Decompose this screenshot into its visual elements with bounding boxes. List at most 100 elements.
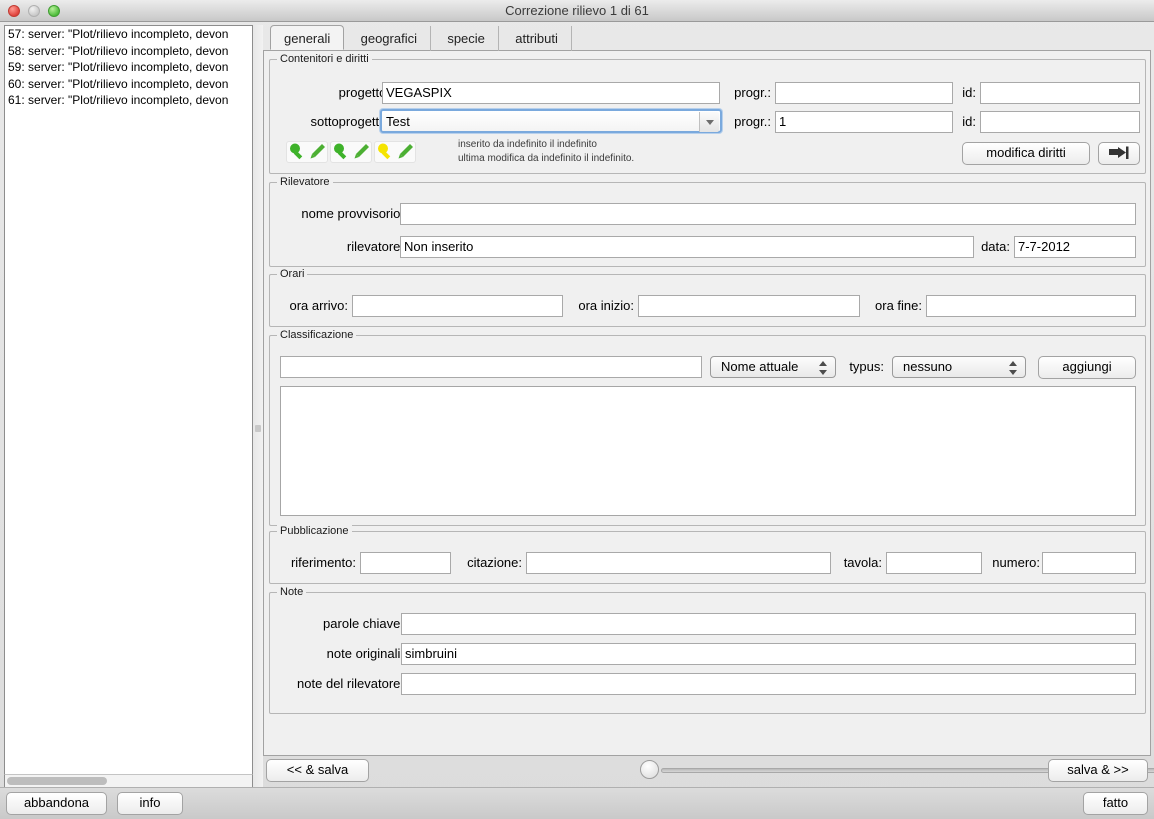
sottoprogetto-value: Test xyxy=(386,114,410,129)
nome-provvisorio-label: nome provvisorio: xyxy=(301,206,404,221)
nome-attuale-select[interactable]: Nome attuale xyxy=(710,356,836,378)
modifica-diritti-button[interactable]: modifica diritti xyxy=(962,142,1090,165)
tavola-label: tavola: xyxy=(843,555,882,570)
panel-splitter[interactable] xyxy=(253,25,263,788)
riferimento-label: riferimento: xyxy=(290,555,356,570)
scrollbar-thumb[interactable] xyxy=(7,777,107,785)
data-field[interactable]: 7-7-2012 xyxy=(1014,236,1136,258)
nome-attuale-value: Nome attuale xyxy=(721,359,799,374)
group-legend: Orari xyxy=(277,268,308,280)
sottoprogetto-progr-label: progr.: xyxy=(734,114,771,129)
magnifier-pencil-green-icon xyxy=(290,143,325,160)
tab-bar: generali geografici specie attributi xyxy=(263,25,1151,51)
progetto-progr-label: progr.: xyxy=(734,85,771,100)
ora-inizio-label: ora inizio: xyxy=(578,298,634,313)
spinner-arrows-icon[interactable] xyxy=(819,361,828,375)
typus-label: typus: xyxy=(849,359,884,374)
group-legend: Pubblicazione xyxy=(277,525,352,537)
magnifier-pencil-yellow-icon xyxy=(378,143,413,160)
tab-content-generali: Contenitori e diritti progetto: VEGASPIX… xyxy=(263,51,1151,756)
group-note: Note parole chiave: note originali: simb… xyxy=(269,586,1146,714)
tab-attributi[interactable]: attributi xyxy=(502,26,572,51)
data-label: data: xyxy=(981,239,1010,254)
ora-arrivo-field[interactable] xyxy=(352,295,563,317)
typus-select[interactable]: nessuno xyxy=(892,356,1026,378)
note-rilevatore-label: note del rilevatore: xyxy=(297,676,404,691)
record-navigation-bar: << & salva salva & >> xyxy=(263,756,1154,788)
sottoprogetto-id-field[interactable] xyxy=(980,111,1140,133)
main-panel: generali geografici specie attributi Con… xyxy=(263,25,1154,788)
note-originali-field[interactable]: simbruini xyxy=(401,643,1136,665)
progetto-progr-field[interactable] xyxy=(775,82,953,104)
sottoprogetto-id-label: id: xyxy=(962,114,976,129)
tab-generali[interactable]: generali xyxy=(270,25,345,50)
permission-view-edit-button-2[interactable] xyxy=(330,141,372,163)
arrow-right-to-bar-icon xyxy=(1109,146,1129,159)
numero-label: numero: xyxy=(992,555,1040,570)
sottoprogetto-progr-field[interactable]: 1 xyxy=(775,111,953,133)
bottom-toolbar: abbandona info fatto xyxy=(0,787,1154,819)
fatto-button[interactable]: fatto xyxy=(1083,792,1148,815)
log-line: 60: server: "Plot/rilievo incompleto, de… xyxy=(8,76,229,91)
next-and-save-button[interactable]: salva & >> xyxy=(1048,759,1148,782)
application-window: Correzione rilievo 1 di 61 57: server: "… xyxy=(0,0,1154,819)
rilevatore-field[interactable]: Non inserito xyxy=(400,236,974,258)
chevron-down-icon[interactable] xyxy=(699,112,719,132)
abbandona-button[interactable]: abbandona xyxy=(6,792,107,815)
group-legend: Note xyxy=(277,586,307,598)
apply-rights-button[interactable] xyxy=(1098,142,1140,165)
citazione-label: citazione: xyxy=(467,555,522,570)
tab-geografici[interactable]: geografici xyxy=(348,26,431,51)
group-pubblicazione: Pubblicazione riferimento: citazione: ta… xyxy=(269,525,1146,584)
group-orari: Orari ora arrivo: ora inizio: ora fine: xyxy=(269,268,1146,327)
title-bar: Correzione rilievo 1 di 61 xyxy=(0,0,1154,22)
riferimento-field[interactable] xyxy=(360,552,451,574)
tavola-field[interactable] xyxy=(886,552,982,574)
group-legend: Classificazione xyxy=(277,329,357,341)
citazione-field[interactable] xyxy=(526,552,831,574)
parole-chiave-label: parole chiave: xyxy=(323,616,404,631)
log-panel[interactable]: 57: server: "Plot/rilievo incompleto, de… xyxy=(4,25,253,788)
info-button[interactable]: info xyxy=(117,792,183,815)
classificazione-list[interactable] xyxy=(280,386,1136,516)
group-classificazione: Classificazione Nome attuale typus: ness… xyxy=(269,329,1146,526)
window-title: Correzione rilievo 1 di 61 xyxy=(505,3,649,18)
progetto-label: progetto: xyxy=(338,85,390,100)
sottoprogetto-label: sottoprogetto: xyxy=(310,114,391,129)
log-line: 57: server: "Plot/rilievo incompleto, de… xyxy=(8,27,229,41)
group-rilevatore: Rilevatore nome provvisorio: rilevatore:… xyxy=(269,176,1146,267)
progetto-id-field[interactable] xyxy=(980,82,1140,104)
rilevatore-label: rilevatore: xyxy=(346,239,404,254)
ora-fine-field[interactable] xyxy=(926,295,1136,317)
group-legend: Rilevatore xyxy=(277,176,333,188)
nome-provvisorio-field[interactable] xyxy=(400,203,1136,225)
log-line: 59: server: "Plot/rilievo incompleto, de… xyxy=(8,60,229,74)
magnifier-pencil-green-icon xyxy=(334,143,369,160)
classificazione-search-input[interactable] xyxy=(280,356,702,378)
group-contenitori-e-diritti: Contenitori e diritti progetto: VEGASPIX… xyxy=(269,53,1146,174)
progetto-id-label: id: xyxy=(962,85,976,100)
splitter-grip-icon[interactable] xyxy=(255,425,261,432)
log-horizontal-scrollbar[interactable] xyxy=(4,774,253,788)
ora-inizio-field[interactable] xyxy=(638,295,860,317)
permission-view-edit-button-1[interactable] xyxy=(286,141,328,163)
aggiungi-button[interactable]: aggiungi xyxy=(1038,356,1136,379)
log-line: 58: server: "Plot/rilievo incompleto, de… xyxy=(8,43,229,58)
group-legend: Contenitori e diritti xyxy=(277,53,372,65)
prev-and-save-button[interactable]: << & salva xyxy=(266,759,369,782)
numero-field[interactable] xyxy=(1042,552,1136,574)
spinner-arrows-icon[interactable] xyxy=(1009,361,1018,375)
note-rilevatore-field[interactable] xyxy=(401,673,1136,695)
sottoprogetto-combobox[interactable]: Test xyxy=(380,109,722,133)
meta-inserito: inserito da indefinito il indefinito xyxy=(458,139,597,150)
progetto-field[interactable]: VEGASPIX xyxy=(382,82,720,104)
log-line: 61: server: "Plot/rilievo incompleto, de… xyxy=(8,93,229,107)
parole-chiave-field[interactable] xyxy=(401,613,1136,635)
ora-arrivo-label: ora arrivo: xyxy=(289,298,348,313)
meta-ultima-modifica: ultima modifica da indefinito il indefin… xyxy=(458,153,635,164)
tab-specie[interactable]: specie xyxy=(434,26,499,51)
permission-view-edit-button-3[interactable] xyxy=(374,141,416,163)
note-originali-label: note originali: xyxy=(326,646,404,661)
record-slider-knob[interactable] xyxy=(640,760,659,779)
ora-fine-label: ora fine: xyxy=(875,298,922,313)
